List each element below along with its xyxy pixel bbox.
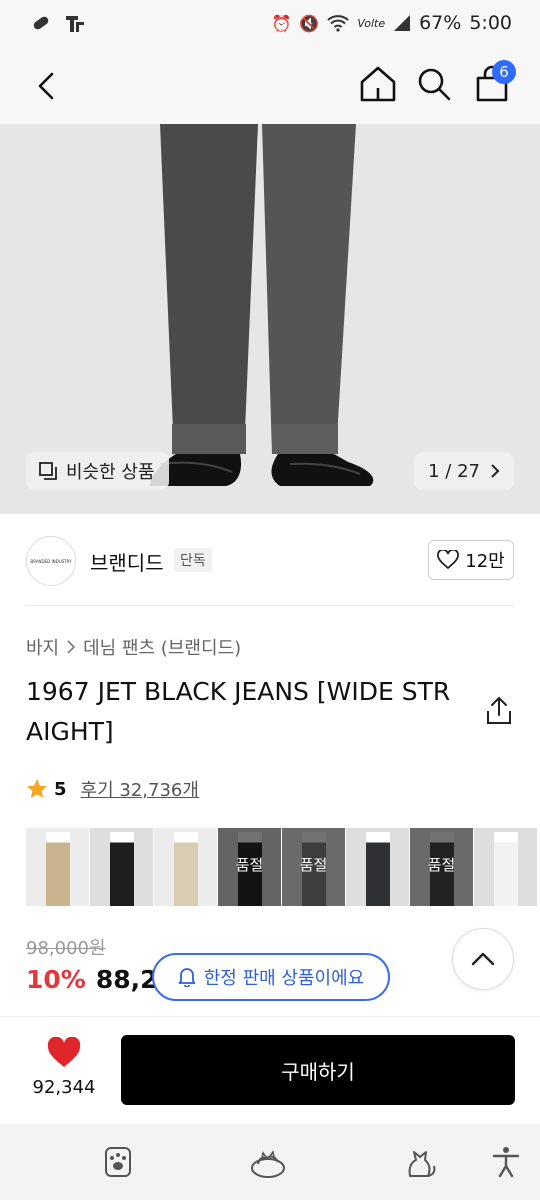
paw-icon[interactable] bbox=[98, 1142, 138, 1182]
status-left-icons bbox=[30, 12, 86, 34]
wifi-icon bbox=[327, 15, 350, 32]
home-icon[interactable] bbox=[356, 62, 400, 106]
pants-figure bbox=[366, 832, 390, 906]
color-option-thumb[interactable] bbox=[90, 828, 154, 906]
brand-logo-text: BRANDED INDUSTRY bbox=[30, 558, 72, 564]
app-bar bbox=[0, 48, 540, 124]
purchase-bar: 92,344 구매하기 bbox=[0, 1016, 540, 1124]
heart-outline-icon bbox=[437, 550, 460, 570]
color-option-thumb[interactable]: 품절 bbox=[282, 828, 346, 906]
image-counter-label: 1 / 27 bbox=[428, 460, 480, 482]
cart-count-badge: 6 bbox=[492, 60, 516, 84]
chevron-right-icon bbox=[67, 640, 76, 654]
scroll-to-top-button[interactable] bbox=[452, 928, 514, 990]
original-price: 98,000원 bbox=[26, 938, 106, 959]
chevron-right-icon bbox=[491, 464, 500, 478]
price-row: 10% 88,2 bbox=[26, 965, 158, 994]
pants-figure bbox=[174, 832, 198, 906]
image-counter[interactable]: 1 / 27 bbox=[414, 452, 514, 490]
exclusive-tag: 단독 bbox=[174, 548, 212, 572]
pants-figure bbox=[494, 832, 518, 906]
battery-label: 67% bbox=[419, 12, 462, 34]
alarm-icon: ⏰ bbox=[271, 13, 292, 33]
rating-summary: 5 후기 32,736개 bbox=[26, 776, 199, 802]
cat-icon[interactable] bbox=[400, 1142, 440, 1182]
system-nav-bar bbox=[0, 1124, 540, 1200]
color-option-thumb[interactable]: 품절 bbox=[218, 828, 282, 906]
breadcrumb-level1[interactable]: 바지 bbox=[26, 634, 59, 660]
pants-figure bbox=[46, 832, 70, 906]
network-label: Volte bbox=[357, 16, 386, 30]
color-option-thumb[interactable] bbox=[154, 828, 218, 906]
product-image-gallery[interactable]: 비슷한 상품 1 / 27 bbox=[0, 124, 540, 514]
buy-button[interactable]: 구매하기 bbox=[121, 1035, 515, 1105]
back-icon[interactable] bbox=[28, 66, 68, 106]
breadcrumb-level2[interactable]: 데님 팬츠 (브랜디드) bbox=[83, 634, 241, 660]
bell-icon bbox=[178, 968, 196, 987]
soldout-overlay: 품절 bbox=[282, 828, 345, 906]
similar-products-label: 비슷한 상품 bbox=[66, 462, 155, 483]
divider bbox=[26, 605, 514, 606]
signal-icon bbox=[394, 15, 411, 31]
wishlist-count: 92,344 bbox=[32, 1077, 96, 1098]
breadcrumb: 바지 데님 팬츠 (브랜디드) bbox=[26, 634, 241, 660]
similar-products-button[interactable]: 비슷한 상품 bbox=[26, 452, 169, 490]
star-icon bbox=[27, 779, 47, 798]
soldout-overlay: 품절 bbox=[410, 828, 473, 906]
chevron-up-icon bbox=[471, 952, 495, 966]
clock: 5:00 bbox=[469, 12, 512, 34]
search-icon[interactable] bbox=[412, 62, 456, 106]
product-title: 1967 JET BLACK JEANS [WIDE STRAIGHT] bbox=[26, 677, 451, 746]
app-logo-icon bbox=[66, 16, 84, 32]
pill-icon bbox=[33, 16, 49, 30]
accessibility-icon[interactable] bbox=[486, 1142, 526, 1182]
share-icon[interactable] bbox=[484, 695, 514, 727]
brand-logo[interactable]: BRANDED INDUSTRY bbox=[26, 536, 76, 586]
soldout-overlay: 품절 bbox=[218, 828, 281, 906]
pants-figure bbox=[110, 832, 134, 906]
wishlist-button[interactable]: 92,344 bbox=[26, 1036, 102, 1098]
brand-row: BRANDED INDUSTRY 브랜디드 단독 12만 bbox=[0, 514, 540, 606]
similar-icon bbox=[39, 462, 57, 480]
reviews-link[interactable]: 후기 32,736개 bbox=[81, 776, 199, 802]
color-option-thumb[interactable] bbox=[474, 828, 538, 906]
color-option-thumb[interactable] bbox=[346, 828, 410, 906]
brand-like-count: 12만 bbox=[465, 551, 505, 572]
mute-icon: 🔇 bbox=[299, 13, 320, 33]
rating-score: 5 bbox=[54, 778, 67, 800]
status-bar: ⏰ 🔇 Volte 67% 5:00 bbox=[0, 0, 540, 48]
current-price: 88,2 bbox=[95, 965, 158, 994]
heart-filled-icon bbox=[47, 1036, 81, 1067]
brand-like-button[interactable]: 12만 bbox=[428, 540, 514, 580]
color-options: 품절 품절 품절 bbox=[26, 828, 540, 906]
limited-sale-label: 한정 판매 상품이에요 bbox=[203, 968, 365, 989]
limited-sale-notice[interactable]: 한정 판매 상품이에요 bbox=[152, 953, 390, 1001]
cat-bed-icon[interactable] bbox=[248, 1142, 288, 1182]
color-option-thumb[interactable]: 품절 bbox=[410, 828, 474, 906]
discount-rate: 10% bbox=[26, 965, 86, 994]
brand-name[interactable]: 브랜디드 bbox=[90, 547, 164, 576]
status-right: ⏰ 🔇 Volte 67% 5:00 bbox=[272, 12, 513, 34]
color-option-thumb[interactable] bbox=[26, 828, 90, 906]
